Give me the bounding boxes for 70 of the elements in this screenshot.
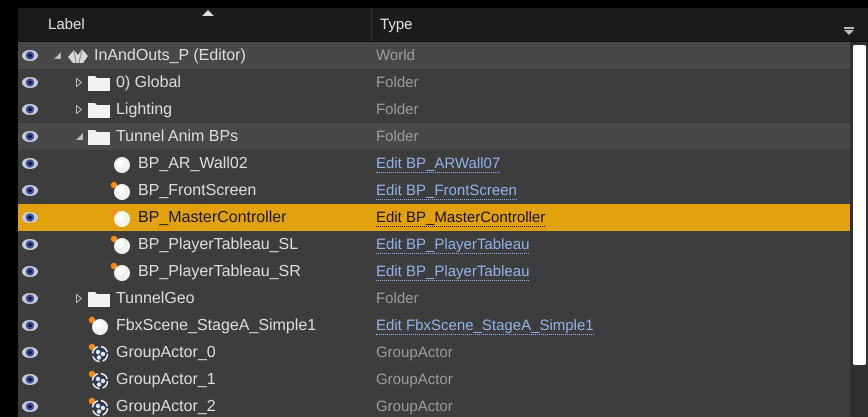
folder-icon: [88, 102, 110, 118]
item-label: BP_AR_Wall02: [138, 154, 248, 172]
group-icon: [88, 370, 110, 390]
dropdown-icon[interactable]: [844, 27, 854, 35]
eye-icon[interactable]: [22, 212, 38, 223]
folder-icon: [88, 128, 110, 144]
item-label: TunnelGeo: [116, 290, 195, 308]
item-label: BP_MasterController: [138, 208, 286, 226]
eye-icon[interactable]: [22, 401, 38, 412]
eye-icon[interactable]: [22, 266, 38, 277]
item-type: Folder: [376, 74, 419, 91]
eye-icon[interactable]: [22, 104, 38, 115]
edit-blueprint-link[interactable]: Edit BP_FrontScreen: [376, 182, 517, 200]
item-label: 0) Global: [116, 74, 181, 92]
eye-icon[interactable]: [22, 131, 38, 142]
item-label: InAndOuts_P (Editor): [94, 46, 246, 64]
scrollbar[interactable]: [850, 42, 868, 417]
item-label: GroupActor_0: [116, 344, 216, 362]
sphere-icon: [88, 316, 110, 336]
eye-icon[interactable]: [22, 320, 38, 331]
eye-icon[interactable]: [22, 239, 38, 250]
expanded-arrow-icon[interactable]: [54, 52, 61, 59]
item-label: GroupActor_1: [116, 370, 216, 388]
eye-icon[interactable]: [22, 185, 38, 196]
column-title: Label: [48, 16, 85, 33]
collapsed-arrow-icon[interactable]: [76, 294, 82, 303]
item-label: BP_PlayerTableau_SR: [138, 262, 301, 280]
outliner-row[interactable]: Tunnel Anim BPs Folder: [18, 123, 850, 150]
eye-icon[interactable]: [22, 347, 38, 358]
item-label: Lighting: [116, 100, 172, 118]
edit-blueprint-link[interactable]: Edit FbxScene_StageA_Simple1: [376, 316, 594, 334]
item-label: BP_PlayerTableau_SL: [138, 236, 298, 254]
eye-icon[interactable]: [22, 158, 38, 169]
item-type: GroupActor: [376, 398, 453, 415]
item-type: Folder: [376, 128, 419, 145]
item-type: GroupActor: [376, 371, 453, 388]
sphere-icon: [110, 180, 132, 200]
collapsed-arrow-icon[interactable]: [76, 105, 82, 114]
group-icon: [88, 396, 110, 416]
sphere-icon: [110, 208, 132, 228]
edit-blueprint-link[interactable]: Edit BP_PlayerTableau: [376, 236, 530, 254]
sphere-icon: [110, 234, 132, 254]
item-label: FbxScene_StageA_Simple1: [116, 316, 316, 334]
folder-icon: [88, 74, 110, 90]
item-type: World: [376, 47, 415, 64]
eye-icon[interactable]: [22, 293, 38, 304]
item-label: GroupActor_2: [116, 398, 216, 416]
scrollbar-thumb[interactable]: [852, 45, 866, 365]
eye-icon[interactable]: [22, 77, 38, 88]
edit-blueprint-link[interactable]: Edit BP_PlayerTableau: [376, 262, 530, 280]
edit-blueprint-link[interactable]: Edit BP_MasterController: [376, 208, 546, 226]
sphere-icon: [110, 262, 132, 282]
eye-icon[interactable]: [22, 374, 38, 385]
group-icon: [88, 342, 110, 362]
item-type: Folder: [376, 290, 419, 307]
world-icon: [66, 46, 90, 64]
folder-icon: [88, 290, 110, 306]
item-type: GroupActor: [376, 344, 453, 361]
item-label: Tunnel Anim BPs: [116, 128, 238, 146]
eye-icon[interactable]: [22, 50, 38, 61]
edit-blueprint-link[interactable]: Edit BP_ARWall07: [376, 154, 500, 172]
column-header[interactable]: Label: [18, 8, 372, 41]
outliner-row[interactable]: BP_MasterController Edit BP_MasterController: [18, 204, 850, 231]
column-header[interactable]: Type: [372, 8, 868, 41]
column-title: Type: [380, 16, 413, 33]
collapsed-arrow-icon[interactable]: [76, 78, 82, 87]
item-type: Folder: [376, 101, 419, 118]
item-label: BP_FrontScreen: [138, 182, 256, 200]
expanded-arrow-icon[interactable]: [76, 133, 83, 140]
outliner-row[interactable]: InAndOuts_P (Editor) World: [18, 42, 850, 69]
